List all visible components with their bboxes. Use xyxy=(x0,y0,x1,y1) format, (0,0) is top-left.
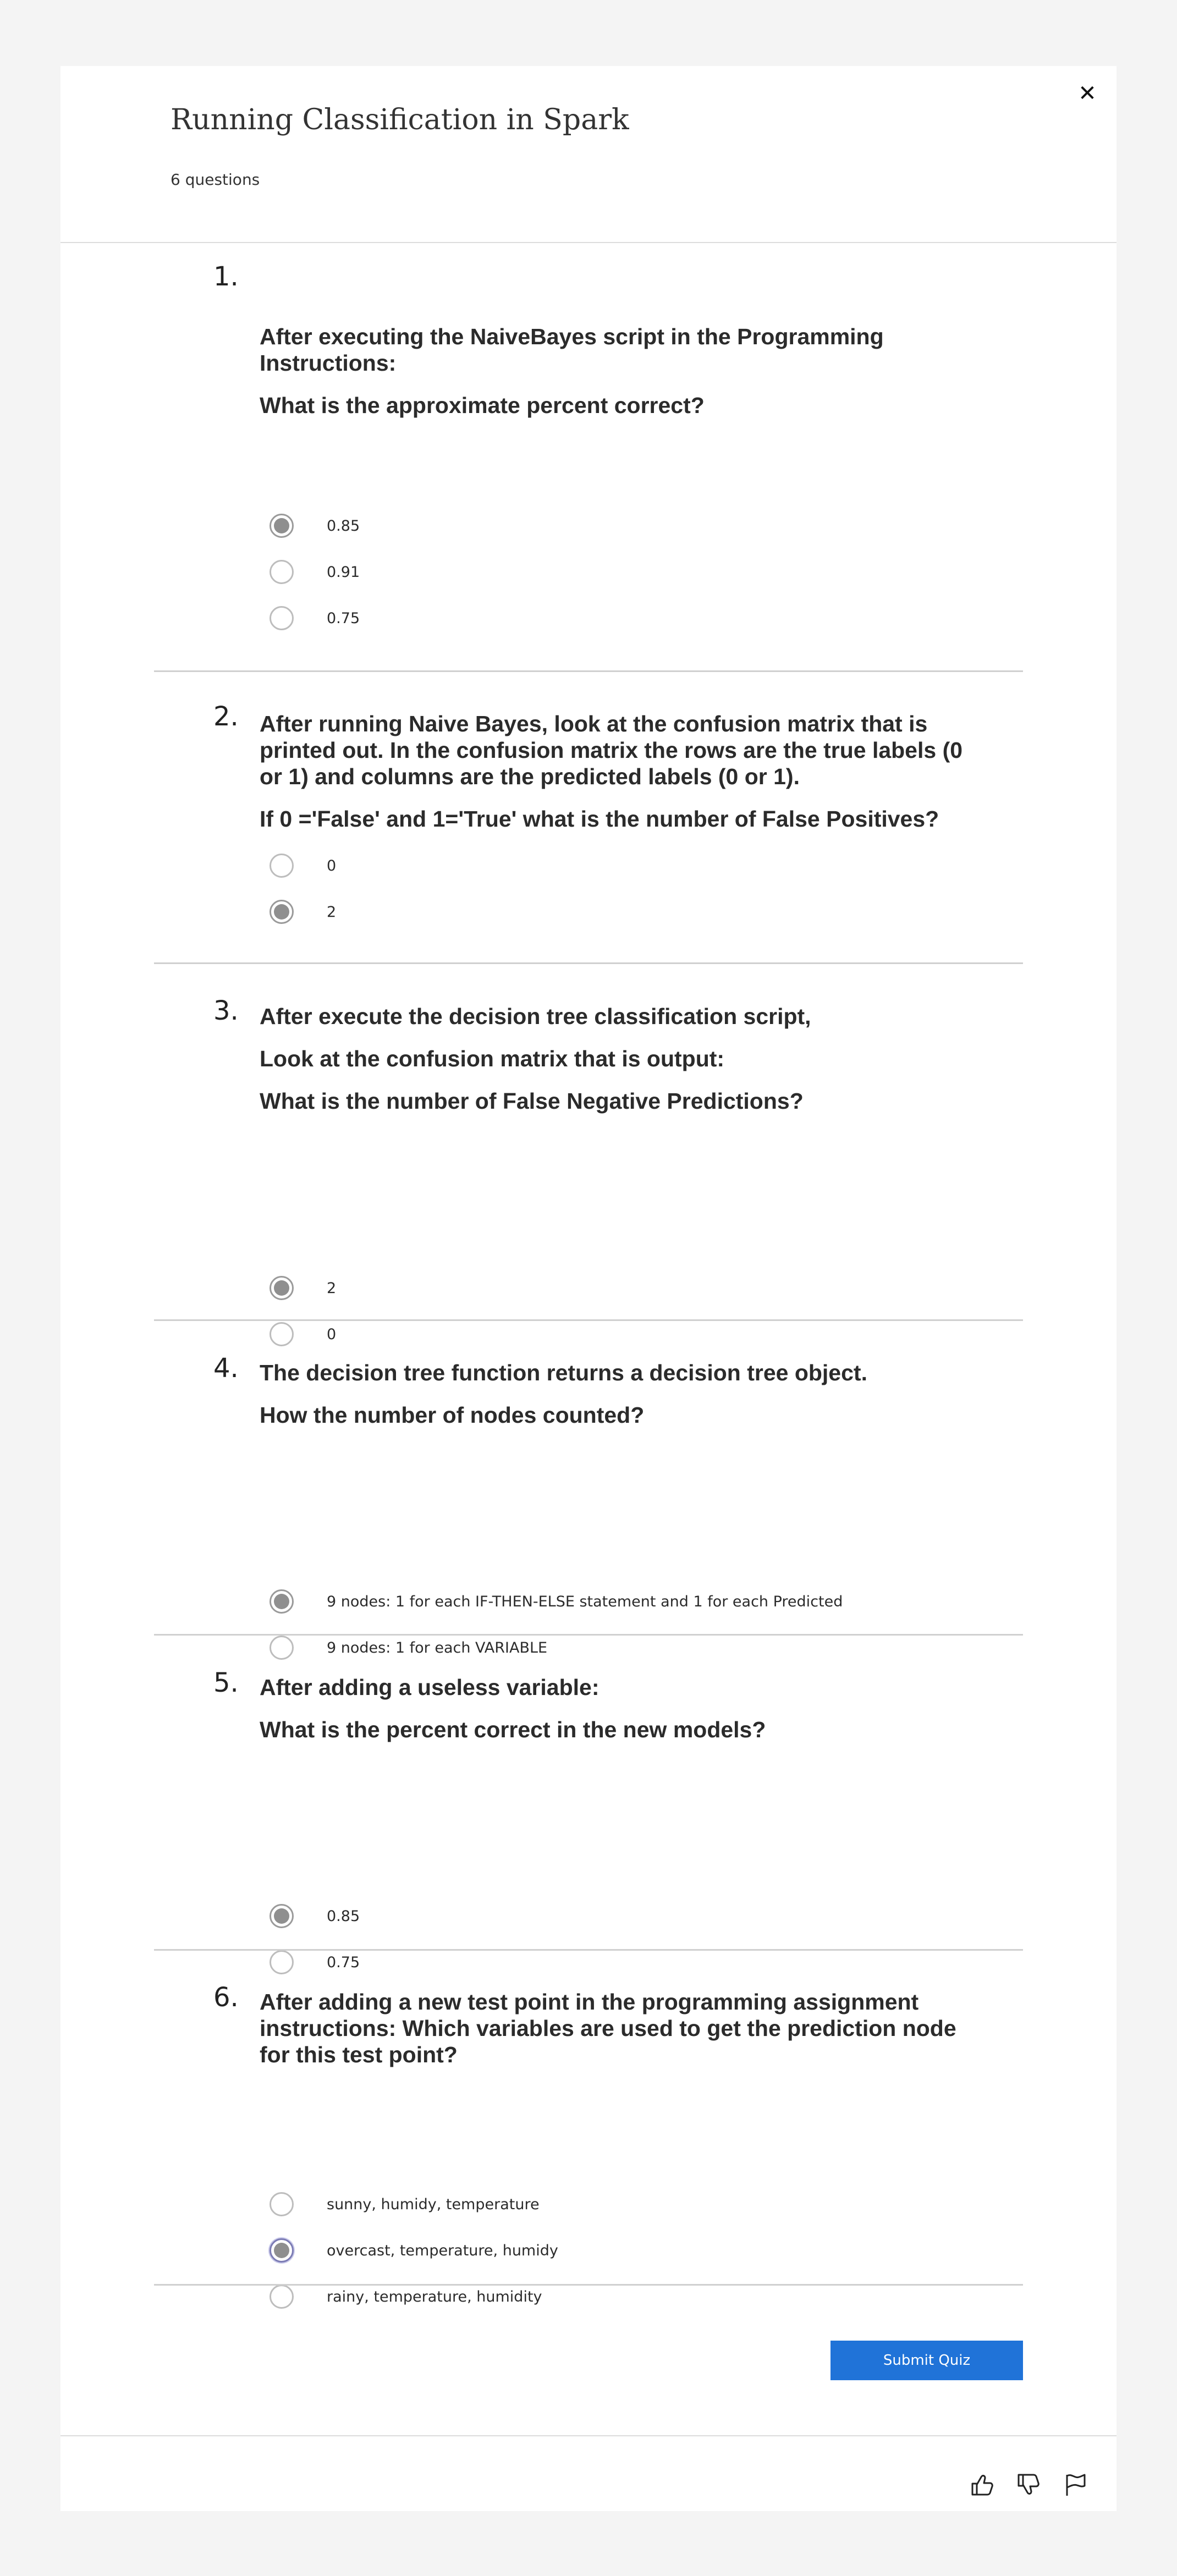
quiz-title: Running Classification in Spark xyxy=(170,103,629,136)
question-paragraph: After adding a new test point in the pro… xyxy=(260,1989,956,2067)
question-number: 2. xyxy=(213,701,239,732)
radio-button[interactable] xyxy=(270,1276,294,1300)
option-label: 9 nodes: 1 for each VARIABLE xyxy=(327,1639,548,1656)
question-divider xyxy=(154,2284,1023,2286)
question-paragraph: What is the number of False Negative Pre… xyxy=(260,1088,804,1114)
option-label: 0 xyxy=(327,1325,337,1343)
radio-button[interactable] xyxy=(270,2285,294,2309)
option-label: rainy, temperature, humidity xyxy=(327,2288,542,2305)
thumbs-down-icon[interactable] xyxy=(1015,2472,1042,2498)
question-count: 6 questions xyxy=(170,170,260,189)
quiz-dialog: ✕ Running Classification in Spark 6 ques… xyxy=(61,66,1116,2511)
question-text: After adding a useless variable: What is… xyxy=(260,1674,991,1759)
question-paragraph: How the number of nodes counted? xyxy=(260,1402,645,1428)
option-label: 0.75 xyxy=(327,1953,360,1971)
question-number: 1. xyxy=(213,261,239,292)
option-label: 0 xyxy=(327,857,337,874)
answer-option[interactable]: 0.85 xyxy=(270,511,360,540)
question-paragraph: After executing the NaiveBayes script in… xyxy=(260,324,884,376)
radio-button[interactable] xyxy=(270,1950,294,1974)
submit-quiz-button[interactable]: Submit Quiz xyxy=(831,2341,1023,2380)
answer-option[interactable]: 0.75 xyxy=(270,604,360,632)
question-divider xyxy=(154,670,1023,672)
flag-icon[interactable] xyxy=(1063,2472,1089,2498)
close-icon[interactable]: ✕ xyxy=(1075,81,1099,106)
header-divider xyxy=(61,242,1116,243)
radio-button[interactable] xyxy=(270,560,294,584)
option-label: 9 nodes: 1 for each IF-THEN-ELSE stateme… xyxy=(327,1593,843,1610)
radio-button[interactable] xyxy=(270,606,294,630)
question-paragraph: What is the percent correct in the new m… xyxy=(260,1717,766,1742)
question-text: After executing the NaiveBayes script in… xyxy=(260,323,991,434)
question-text: After execute the decision tree classifi… xyxy=(260,1003,991,1130)
answer-option[interactable]: 0.91 xyxy=(270,558,360,586)
radio-button[interactable] xyxy=(270,514,294,538)
option-label: sunny, humidy, temperature xyxy=(327,2195,540,2213)
option-label: 2 xyxy=(327,1279,337,1297)
question-paragraph: If 0 ='False' and 1='True' what is the n… xyxy=(260,806,939,832)
answer-option[interactable]: 9 nodes: 1 for each VARIABLE xyxy=(270,1633,547,1662)
answer-option[interactable]: 0.85 xyxy=(270,1902,360,1930)
radio-button[interactable] xyxy=(270,1589,294,1614)
radio-button[interactable] xyxy=(270,1322,294,1346)
question-text: After running Naive Bayes, look at the c… xyxy=(260,711,991,848)
thumbs-up-icon[interactable] xyxy=(969,2472,996,2498)
question-number: 4. xyxy=(213,1353,239,1384)
question-divider xyxy=(154,1319,1023,1321)
question-paragraph: After execute the decision tree classifi… xyxy=(260,1004,811,1029)
answer-option[interactable]: 2 xyxy=(270,1274,336,1302)
option-label: 2 xyxy=(327,903,337,921)
question-paragraph: The decision tree function returns a dec… xyxy=(260,1360,867,1385)
answer-option[interactable]: overcast, temperature, humidy xyxy=(270,2236,558,2265)
question-paragraph: What is the approximate percent correct? xyxy=(260,393,705,418)
question-paragraph: After running Naive Bayes, look at the c… xyxy=(260,711,963,789)
question-divider xyxy=(154,1634,1023,1636)
option-label: 0.85 xyxy=(327,1907,360,1925)
question-number: 5. xyxy=(213,1667,239,1698)
question-divider xyxy=(154,1949,1023,1951)
question-number: 6. xyxy=(213,1982,239,2013)
answer-option[interactable]: 0 xyxy=(270,851,336,880)
option-label: 0.91 xyxy=(327,563,360,581)
answer-option[interactable]: 0 xyxy=(270,1320,336,1348)
answer-option[interactable]: 2 xyxy=(270,898,336,926)
question-paragraph: Look at the confusion matrix that is out… xyxy=(260,1046,725,1071)
answer-option[interactable]: 9 nodes: 1 for each IF-THEN-ELSE stateme… xyxy=(270,1587,843,1616)
question-number: 3. xyxy=(213,995,239,1026)
question-text: The decision tree function returns a dec… xyxy=(260,1359,991,1444)
radio-button[interactable] xyxy=(270,2238,294,2263)
question-text: After adding a new test point in the pro… xyxy=(260,1989,991,2084)
question-divider xyxy=(154,962,1023,964)
radio-button[interactable] xyxy=(270,900,294,924)
radio-button[interactable] xyxy=(270,2192,294,2216)
answer-option[interactable]: sunny, humidy, temperature xyxy=(270,2190,540,2219)
answer-option[interactable]: 0.75 xyxy=(270,1948,360,1977)
radio-button[interactable] xyxy=(270,1636,294,1660)
question-paragraph: After adding a useless variable: xyxy=(260,1675,600,1700)
radio-button[interactable] xyxy=(270,854,294,878)
radio-button[interactable] xyxy=(270,1904,294,1928)
option-label: 0.85 xyxy=(327,517,360,535)
answer-option[interactable]: rainy, temperature, humidity xyxy=(270,2282,542,2311)
option-label: 0.75 xyxy=(327,609,360,627)
footer-divider xyxy=(61,2435,1116,2436)
option-label: overcast, temperature, humidy xyxy=(327,2242,558,2259)
